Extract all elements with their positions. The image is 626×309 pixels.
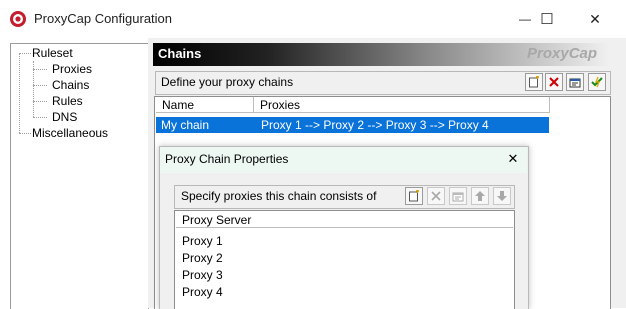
maximize-button[interactable]: ☐ [524,0,570,38]
delete-chain-button[interactable] [545,73,563,91]
tree-connector [33,69,47,70]
chain-properties-button[interactable] [566,73,584,91]
list-item[interactable]: Proxy 4 [182,285,223,299]
tree-item-rules[interactable]: Rules [52,94,83,108]
navigation-tree[interactable]: Ruleset Proxies Chains Rules DNS Miscell… [10,43,149,309]
proxy-properties-button[interactable] [449,187,467,205]
check-icon [591,76,603,88]
tree-connector [19,53,31,54]
tree-connector [33,117,47,118]
chain-proxies-cell: Proxy 1 --> Proxy 2 --> Proxy 3 --> Prox… [261,118,489,132]
close-icon: ✕ [507,151,519,166]
delete-icon [431,191,441,201]
tree-connector [19,133,31,134]
chain-name-cell: My chain [161,118,210,132]
tree-connector [33,101,47,102]
list-item[interactable]: Proxy 1 [182,234,223,248]
dialog-title: Proxy Chain Properties [165,152,289,166]
move-up-button[interactable] [471,187,489,205]
dialog-toolbar-label: Specify proxies this chain consists of [181,189,377,203]
dialog-close-button[interactable]: ✕ [502,148,524,170]
column-header-proxy-server[interactable]: Proxy Server [176,212,513,228]
properties-icon [452,192,464,202]
new-icon [409,190,419,202]
chains-toolbar-label: Define your proxy chains [161,75,294,89]
arrow-down-icon [497,191,507,201]
tree-item-ruleset[interactable]: Ruleset [32,46,73,60]
remove-proxy-button[interactable] [427,187,445,205]
tree-connector [33,85,47,86]
list-item[interactable]: Proxy 2 [182,251,223,265]
tree-item-chains[interactable]: Chains [52,78,89,92]
delete-icon [549,77,559,87]
new-chain-button[interactable] [525,73,543,91]
close-icon: ✕ [589,10,601,27]
move-down-button[interactable] [493,187,511,205]
maximize-icon: ☐ [540,11,554,28]
brand-logo: ProxyCap [527,45,598,62]
close-button[interactable]: ✕ [572,0,618,38]
new-icon [529,76,539,88]
proxycap-logo-icon [9,10,27,28]
tree-item-miscellaneous[interactable]: Miscellaneous [32,126,108,140]
check-chain-button[interactable] [588,73,606,91]
arrow-up-icon [475,191,485,201]
properties-icon [569,78,581,88]
column-header-name[interactable]: Name [156,97,254,113]
tree-item-proxies[interactable]: Proxies [52,62,92,76]
column-header-proxies[interactable]: Proxies [254,97,550,113]
tree-item-dns[interactable]: DNS [52,110,77,124]
add-proxy-button[interactable] [405,187,423,205]
list-item[interactable]: Proxy 3 [182,268,223,282]
tree-connector [19,53,20,133]
panel-title: Chains [158,46,202,61]
window-title: ProxyCap Configuration [34,11,173,26]
